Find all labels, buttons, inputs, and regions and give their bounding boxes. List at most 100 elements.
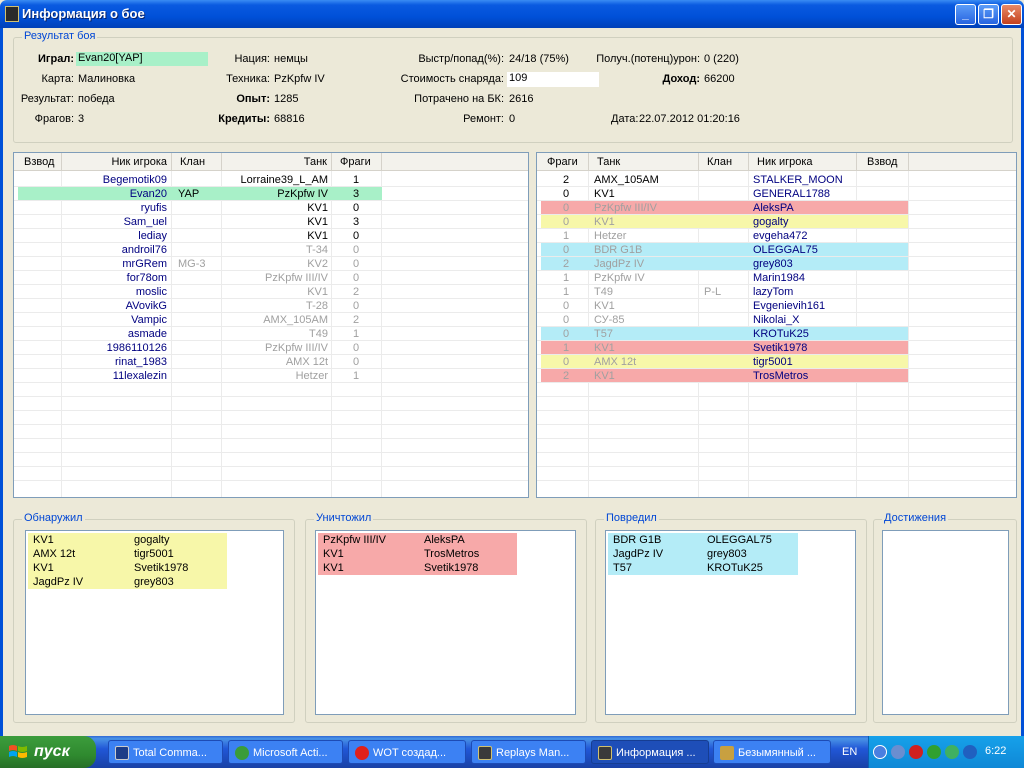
table-row[interactable]: 1986110126 PzKpfw III/IV 0 <box>14 341 528 355</box>
left-col-player[interactable]: Ник игрока <box>62 153 172 171</box>
start-button[interactable]: пуск <box>0 736 96 768</box>
table-row[interactable]: 2 AMX_105AM STALKER_MOON <box>537 173 1016 187</box>
right-col-tank[interactable]: Танк <box>589 153 699 171</box>
list-item[interactable]: KV1 gogalty <box>28 533 227 547</box>
left-col-frags[interactable]: Фраги <box>332 153 382 171</box>
shield-icon[interactable] <box>909 745 923 759</box>
table-row[interactable]: 0 T57 KROTuK25 <box>537 327 1016 341</box>
table-row[interactable]: 0 KV1 gogalty <box>537 215 1016 229</box>
table-row[interactable]: 1 KV1 Svetik1978 <box>537 341 1016 355</box>
minimize-button[interactable]: _ <box>955 4 976 25</box>
windows-flag-icon <box>9 745 27 758</box>
table-row[interactable]: 1 T49 P-L lazyTom <box>537 285 1016 299</box>
tank-name: T49 <box>309 328 328 340</box>
list-item-player: KROTuK25 <box>707 562 763 574</box>
right-col-platoon[interactable]: Взвод <box>857 153 909 171</box>
row-divider <box>14 326 528 327</box>
table-row[interactable]: asmade T49 1 <box>14 327 528 341</box>
date-label: Дата: <box>611 113 639 125</box>
table-row[interactable]: 0 PzKpfw III/IV AleksPA <box>537 201 1016 215</box>
table-row[interactable]: Vampic AMX_105AM 2 <box>14 313 528 327</box>
table-row[interactable]: 0 СУ-85 Nikolai_X <box>537 313 1016 327</box>
right-col-frags[interactable]: Фраги <box>537 153 589 171</box>
list-item-player: OLEGGAL75 <box>707 534 772 546</box>
left-col-clan[interactable]: Клан <box>172 153 222 171</box>
frag-count: 0 <box>353 202 360 214</box>
list-item-tank: KV1 <box>323 562 344 574</box>
taskbar-item-opera[interactable]: WOT создад... <box>348 740 466 764</box>
table-row[interactable]: Begemotik09 Lorraine39_L_AM 1 <box>14 173 528 187</box>
spotted-list[interactable]: KV1 gogalty AMX 12t tigr5001 KV1 Svetik1978 Ja… <box>25 530 284 715</box>
table-row[interactable]: AVovikG T-28 0 <box>14 299 528 313</box>
table-row[interactable]: moslic KV1 2 <box>14 285 528 299</box>
right-col-player[interactable]: Ник игрока <box>749 153 857 171</box>
network-icon[interactable] <box>891 745 905 759</box>
taskbar-item-total-commander[interactable]: Total Comma... <box>108 740 223 764</box>
left-col-tank[interactable]: Танк <box>222 153 332 171</box>
nation-value: немцы <box>274 53 308 65</box>
update-icon[interactable] <box>963 745 977 759</box>
close-button[interactable]: ✕ <box>1001 4 1022 25</box>
taskbar-item-battle-info[interactable]: Информация ... <box>591 740 709 764</box>
table-row[interactable]: lediay KV1 0 <box>14 229 528 243</box>
frag-count: 0 <box>563 356 570 368</box>
damaged-list[interactable]: BDR G1B OLEGGAL75 JagdPz IV grey803 T57 KROTu… <box>605 530 856 715</box>
table-row[interactable]: rinat_1983 AMX 12t 0 <box>14 355 528 369</box>
status-icon[interactable] <box>945 745 959 759</box>
system-tray: 6:22 <box>868 736 1024 768</box>
player-name: STALKER_MOON <box>753 174 843 186</box>
achievements-list[interactable] <box>882 530 1009 715</box>
list-item-player: Svetik1978 <box>134 562 189 574</box>
right-team-table[interactable]: Фраги Танк Клан Ник игрока Взвод 2 AMX_10… <box>536 152 1017 498</box>
table-row[interactable]: ryufis KV1 0 <box>14 201 528 215</box>
language-indicator[interactable]: EN <box>842 746 857 758</box>
table-row[interactable]: Sam_uel KV1 3 <box>14 215 528 229</box>
list-item[interactable]: KV1 Svetik1978 <box>28 561 227 575</box>
table-row[interactable]: Evan20 YAP PzKpfw IV 3 <box>14 187 528 201</box>
table-row[interactable]: 0 AMX 12t tigr5001 <box>537 355 1016 369</box>
row-divider <box>14 424 528 425</box>
table-row[interactable]: for78om PzKpfw III/IV 0 <box>14 271 528 285</box>
left-col-platoon[interactable]: Взвод <box>14 153 62 171</box>
right-col-clan[interactable]: Клан <box>699 153 749 171</box>
table-row[interactable]: 11lexalezin Hetzer 1 <box>14 369 528 383</box>
taskbar-item-replays-manager[interactable]: Replays Man... <box>471 740 586 764</box>
taskbar-item-label: Microsoft Acti... <box>253 747 328 759</box>
table-row[interactable]: 1 PzKpfw IV Marin1984 <box>537 271 1016 285</box>
chevron-left-icon[interactable] <box>873 745 887 759</box>
list-item[interactable]: KV1 TrosMetros <box>318 547 517 561</box>
list-item[interactable]: AMX 12t tigr5001 <box>28 547 227 561</box>
app-icon[interactable] <box>5 6 19 22</box>
list-item[interactable]: T57 KROTuK25 <box>608 561 798 575</box>
left-team-table[interactable]: Взвод Ник игрока Клан Танк Фраги Begemot… <box>13 152 529 498</box>
row-divider <box>14 340 528 341</box>
list-item[interactable]: PzKpfw III/IV AleksPA <box>318 533 517 547</box>
table-row[interactable]: 0 KV1 GENERAL1788 <box>537 187 1016 201</box>
row-divider <box>14 200 528 201</box>
maximize-button[interactable]: ❐ <box>978 4 999 25</box>
table-row[interactable]: 1 Hetzer evgeha472 <box>537 229 1016 243</box>
window-body: Результат боя Играл: Evan20[YAP] Карта: … <box>0 28 1024 736</box>
row-divider <box>14 396 528 397</box>
table-row[interactable]: 0 KV1 Evgenievih161 <box>537 299 1016 313</box>
frag-count: 2 <box>563 370 570 382</box>
row-divider <box>14 270 528 271</box>
table-row[interactable]: 0 BDR G1B OLEGGAL75 <box>537 243 1016 257</box>
player-name: lediay <box>138 230 167 242</box>
destroyed-list[interactable]: PzKpfw III/IV AleksPA KV1 TrosMetros KV1 Svet… <box>315 530 576 715</box>
list-item[interactable]: JagdPz IV grey803 <box>28 575 227 589</box>
table-row[interactable]: 2 KV1 TrosMetros <box>537 369 1016 383</box>
table-row[interactable]: 2 JagdPz IV grey803 <box>537 257 1016 271</box>
frag-count: 0 <box>353 342 360 354</box>
sync-icon[interactable] <box>927 745 941 759</box>
list-item[interactable]: KV1 Svetik1978 <box>318 561 517 575</box>
list-item[interactable]: JagdPz IV grey803 <box>608 547 798 561</box>
window-titlebar[interactable]: Информация о бое _ ❐ ✕ <box>0 0 1024 28</box>
row-divider <box>537 242 1016 243</box>
table-row[interactable]: androil76 T-34 0 <box>14 243 528 257</box>
taskbar-item-paint[interactable]: Безымянный ... <box>713 740 831 764</box>
table-row[interactable]: mrGRem MG-3 KV2 0 <box>14 257 528 271</box>
taskbar-item-activesync[interactable]: Microsoft Acti... <box>228 740 343 764</box>
list-item[interactable]: BDR G1B OLEGGAL75 <box>608 533 798 547</box>
tank-name: AMX_105AM <box>594 174 659 186</box>
